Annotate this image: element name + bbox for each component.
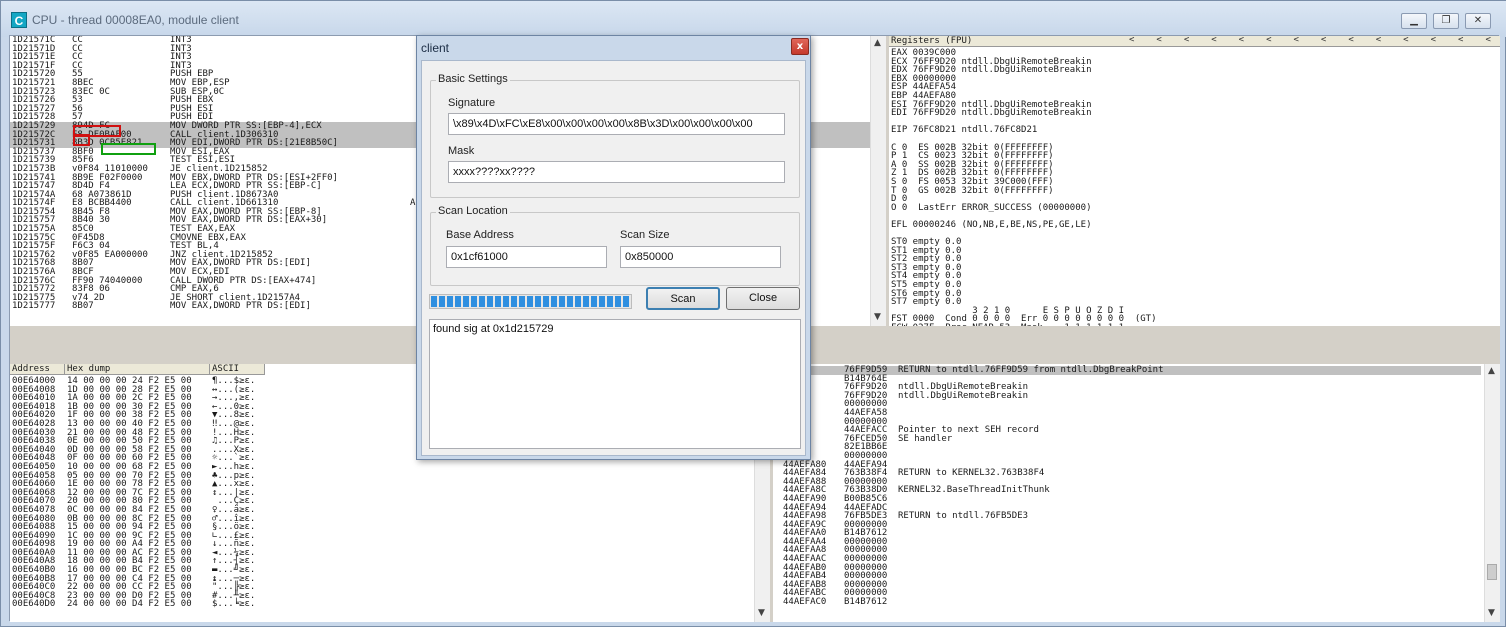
stack-pane[interactable]: 76FF9D59 RETURN to ntdll.76FF9D59 from nt… (773, 364, 1500, 622)
register-line: T 0 GS 002B 32bit 0(FFFFFFFF) (891, 185, 1054, 196)
base-address-input[interactable]: 0x1cf61000 (446, 246, 607, 268)
close-button[interactable]: Close (726, 287, 800, 310)
register-line: ST2 empty 0.0 (891, 254, 962, 265)
scroll-up-icon[interactable]: ▲ (874, 38, 881, 48)
maximize-button[interactable]: ❐ (1433, 13, 1459, 29)
register-line: EDX 76FF9D20 ntdll.DbgUiRemoteBreakin (891, 65, 1092, 76)
scan-location-label: Scan Location (436, 205, 510, 217)
stack-comment: RETURN to ntdll.76FF9D59 from ntdll.DbgB… (898, 365, 1164, 375)
address-operand-highlight (101, 143, 156, 155)
stack-row[interactable]: 44AEFAC0 B14B7612 (776, 598, 1481, 607)
scroll-down-icon[interactable]: ▼ (874, 312, 881, 322)
signature-label: Signature (448, 97, 496, 109)
base-address-label: Base Address (446, 229, 514, 241)
basic-settings-group: Basic Settings Signature \x89\x4D\xFC\xE… (430, 73, 800, 198)
call-opcode-highlight (73, 134, 90, 146)
register-line: EFL 00000246 (NO,NB,E,BE,NS,PE,GE,LE) (891, 219, 1092, 230)
basic-settings-label: Basic Settings (436, 73, 510, 85)
disasm-address: 1D215777 (12, 301, 56, 312)
scan-location-group: Scan Location Base Address 0x1cf61000 Sc… (430, 205, 800, 286)
register-line: FCW 027F Prec NEAR,53 Mask 1 1 1 1 1 1 (891, 324, 1500, 326)
register-line: ST0 empty 0.0 (891, 237, 962, 248)
dialog-title: client (421, 41, 450, 55)
cpu-window: C CPU - thread 00008EA0, module client ▁… (0, 0, 1506, 627)
stack-scroll-up-icon[interactable]: ▲ (1488, 366, 1495, 376)
stack-rows: 76FF9D59 RETURN to ntdll.76FF9D59 from nt… (776, 366, 1481, 607)
dump-header-address[interactable]: Address (10, 364, 65, 375)
disasm-instruction: MOV EAX,DWORD PTR DS:[EDI] (170, 301, 311, 312)
register-line: ST1 empty 0.0 (891, 245, 962, 256)
disassembly-scrollbar[interactable]: ▲ ▼ (870, 36, 886, 326)
sig-scan-dialog: client x Basic Settings Signature \x89\x… (416, 35, 811, 460)
register-line: ST3 empty 0.0 (891, 262, 962, 273)
stack-value: B14B7612 (844, 597, 888, 608)
register-line: EIP 76FC8D21 ntdll.76FC8D21 (891, 125, 1038, 136)
stack-scroll-down-icon[interactable]: ▼ (1488, 608, 1495, 618)
register-line: O 0 LastErr ERROR_SUCCESS (00000000) (891, 202, 1092, 213)
scan-progress-bar (429, 294, 632, 309)
registers-header: Registers (FPU) <<<<<<<<<<<<<< (889, 36, 1500, 47)
stack-address: 44AEFAC0 (783, 597, 827, 608)
scan-size-label: Scan Size (620, 229, 670, 241)
register-line (891, 229, 1500, 238)
close-window-button[interactable]: ✕ (1465, 13, 1491, 29)
stack-comment: KERNEL32.BaseThreadInitThunk (898, 485, 1050, 496)
dump-hex: 24 00 00 00 D4 F2 E5 00 (67, 599, 192, 610)
dump-header-ascii[interactable]: ASCII (210, 364, 265, 375)
disasm-hex-bytes: 8B07 (72, 301, 94, 312)
app-icon: C (11, 12, 27, 28)
dialog-close-icon[interactable]: x (791, 38, 809, 55)
disasm-comment-char: A (410, 198, 416, 209)
signature-input[interactable]: \x89\x4D\xFC\xE8\x00\x00\x00\x00\x8B\x3D… (448, 113, 785, 135)
scan-size-input[interactable]: 0x850000 (620, 246, 781, 268)
register-line: ST5 empty 0.0 (891, 280, 962, 291)
title-bar[interactable]: C CPU - thread 00008EA0, module client ▁… (1, 1, 1506, 37)
mask-input[interactable]: xxxx????xx???? (448, 161, 785, 183)
stack-comment: RETURN to KERNEL32.763B38F4 (898, 468, 1045, 479)
scan-progress-fill (431, 296, 630, 307)
register-line: ESP 44AEFA54 (891, 82, 957, 93)
mask-label: Mask (448, 145, 475, 157)
dump-scroll-down-icon[interactable]: ▼ (758, 608, 765, 618)
stack-scroll-thumb[interactable] (1487, 564, 1497, 580)
register-lines: EAX 0039C000 ECX 76FF9D20 ntdll.DbgUiRemo… (889, 47, 1500, 326)
register-line: EBX 00000000 (891, 73, 957, 84)
minimize-button[interactable]: ▁ (1401, 13, 1427, 29)
dump-ascii: $...╘≥ε. (212, 599, 256, 610)
registers-pane[interactable]: Registers (FPU) <<<<<<<<<<<<<< EAX 0039C… (889, 36, 1500, 326)
register-line: ST6 empty 0.0 (891, 288, 962, 299)
stack-comment: RETURN to ntdll.76FB5DE3 (898, 511, 1029, 522)
registers-title: Registers (FPU) (891, 36, 973, 46)
dialog-body: Basic Settings Signature \x89\x4D\xFC\xE… (421, 60, 806, 456)
dump-rows: 00E64000 14 00 00 00 24 F2 E5 00 ¶...$≥ε. 0… (12, 377, 272, 609)
register-nav-arrows-icon[interactable]: <<<<<<<<<<<<<< (1129, 36, 1500, 45)
stack-comment: ntdll.DbgUiRemoteBreakin (898, 390, 1029, 401)
dump-address: 00E640D0 (12, 599, 56, 610)
register-line: EDI 76FF9D20 ntdll.DbgUiRemoteBreakin (891, 108, 1092, 119)
stack-scrollbar[interactable]: ▲ ▼ (1484, 364, 1500, 622)
horizontal-splitter-right[interactable] (889, 326, 1500, 364)
dump-row[interactable]: 00E640D0 24 00 00 00 D4 F2 E5 00 $...╘≥ε. (12, 600, 272, 609)
register-line: ST4 empty 0.0 (891, 271, 962, 282)
scan-button[interactable]: Scan (646, 287, 720, 310)
stack-comment: SE handler (898, 433, 953, 444)
window-title: CPU - thread 00008EA0, module client (32, 13, 239, 27)
dump-header-hex[interactable]: Hex dump (65, 364, 210, 375)
scan-output-log[interactable]: found sig at 0x1d215729 (429, 319, 801, 449)
